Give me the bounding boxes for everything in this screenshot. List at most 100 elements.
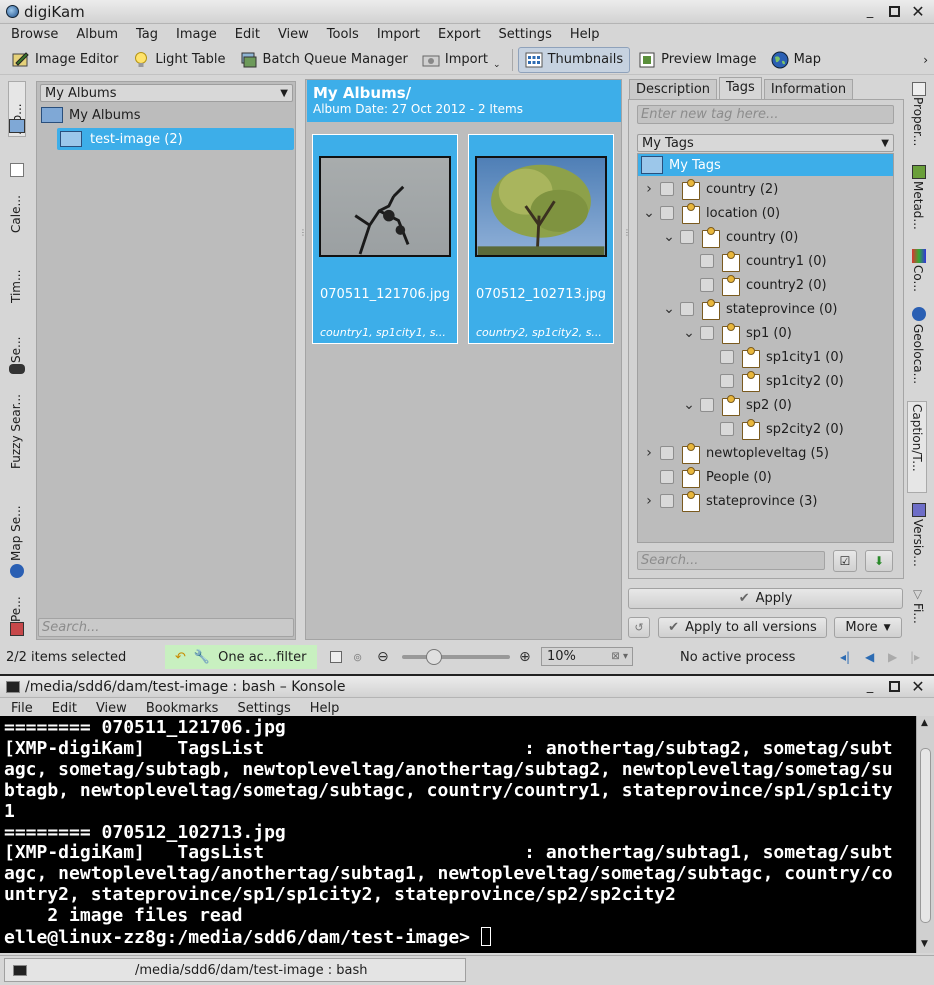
terminal-output[interactable]: ======== 070511_121706.jpg [XMP-digiKam] … <box>0 716 916 953</box>
minimize-icon[interactable]: _ <box>862 4 878 20</box>
menu-tools[interactable]: Tools <box>327 27 359 42</box>
tag-checkbox[interactable] <box>700 398 714 412</box>
zoom-slider-handle[interactable] <box>426 649 442 665</box>
nav-next-icon[interactable]: ▶ <box>888 650 897 664</box>
menu-bookmarks[interactable]: Bookmarks <box>146 701 219 716</box>
tag-checkbox[interactable] <box>660 182 674 196</box>
preview-image-button[interactable]: Preview Image <box>632 47 762 73</box>
fit-to-window-icon[interactable] <box>330 651 342 663</box>
tag-tree-row[interactable]: ⌄ sp2 (0) <box>682 394 792 416</box>
zoom-combo[interactable]: 10% ⊠ ▾ <box>541 647 633 666</box>
album-root[interactable]: My Albums <box>41 104 140 126</box>
chevron-down-icon[interactable]: ⌄ <box>682 397 696 413</box>
tag-tree-row[interactable]: sp2city2 (0) <box>702 418 844 440</box>
menu-export[interactable]: Export <box>438 27 481 42</box>
close-icon[interactable]: ✕ <box>910 678 926 695</box>
chevron-down-icon[interactable]: ⌄ <box>682 325 696 341</box>
tag-checkbox[interactable] <box>680 302 694 316</box>
tag-tree-row[interactable]: › newtopleveltag (5) <box>642 442 829 464</box>
menu-help[interactable]: Help <box>310 701 340 716</box>
image-editor-button[interactable]: Image Editor <box>6 47 124 73</box>
menu-settings[interactable]: Settings <box>237 701 290 716</box>
filter-status[interactable]: ↶ 🔧 One ac...filter <box>165 645 317 669</box>
tab-versions[interactable]: Versio... <box>911 519 925 577</box>
light-table-button[interactable]: Light Table <box>126 47 231 73</box>
terminal-scrollbar[interactable]: ▲ ▼ <box>916 716 934 953</box>
apply-to-all-versions-button[interactable]: ✔ Apply to all versions <box>658 617 827 638</box>
reset-filter-icon[interactable]: ↶ <box>175 650 186 665</box>
digikam-titlebar[interactable]: digiKam _ ✕ <box>0 0 934 24</box>
albums-search-input[interactable]: Search... <box>38 618 294 637</box>
zoom-out-icon[interactable]: ⊖ <box>377 649 389 665</box>
nav-prev-icon[interactable]: ◀ <box>865 650 874 664</box>
menu-help[interactable]: Help <box>570 27 600 42</box>
chevron-right-icon[interactable]: › <box>642 181 656 197</box>
tab-people[interactable]: Pe... <box>9 587 23 622</box>
toolbar-overflow-icon[interactable]: › <box>923 53 928 67</box>
tab-fuzzy-search[interactable]: Fuzzy Sear... <box>9 389 23 469</box>
tab-colors[interactable]: Co... <box>911 265 925 295</box>
zoom-slider[interactable] <box>402 649 510 665</box>
tag-checkbox[interactable] <box>660 470 674 484</box>
close-icon[interactable]: ✕ <box>910 3 926 20</box>
menu-edit[interactable]: Edit <box>235 27 260 42</box>
tag-checkbox[interactable] <box>700 278 714 292</box>
tags-combo[interactable]: My Tags ▼ <box>637 134 894 152</box>
apply-button[interactable]: ✔ Apply <box>628 588 903 609</box>
tag-tree-row[interactable]: country1 (0) <box>682 250 827 272</box>
tag-checkbox[interactable] <box>660 206 674 220</box>
tab-metadata[interactable]: Metad... <box>911 181 925 241</box>
import-dropdown-icon[interactable]: ⌄ <box>493 60 501 70</box>
chevron-down-icon[interactable]: ⌄ <box>662 229 676 245</box>
more-button[interactable]: More ▼ <box>834 617 902 638</box>
tab-properties[interactable]: Proper... <box>911 97 925 157</box>
konsole-titlebar[interactable]: /media/sdd6/dam/test-image : bash – Kons… <box>0 676 934 698</box>
tag-checkbox[interactable] <box>720 422 734 436</box>
tag-tree-row[interactable]: sp1city1 (0) <box>702 346 844 368</box>
tab-search[interactable]: Se... <box>9 323 23 363</box>
tag-checkbox[interactable] <box>720 374 734 388</box>
tag-checkbox[interactable] <box>660 494 674 508</box>
menu-image[interactable]: Image <box>176 27 217 42</box>
tab-timeline[interactable]: Tim... <box>9 255 23 303</box>
tag-tree-row[interactable]: People (0) <box>642 466 772 488</box>
tag-checkbox[interactable] <box>700 254 714 268</box>
scrollbar-thumb[interactable] <box>920 748 931 923</box>
menu-view[interactable]: View <box>278 27 309 42</box>
menu-tag[interactable]: Tag <box>136 27 158 42</box>
tab-information[interactable]: Information <box>763 79 854 99</box>
tag-checkbox[interactable] <box>660 446 674 460</box>
thumbnail-item[interactable]: 070512_102713.jpg country2, sp1city2, s.… <box>468 134 614 344</box>
import-button[interactable]: Import ⌄ <box>416 47 507 73</box>
menu-settings[interactable]: Settings <box>499 27 552 42</box>
tag-search-input[interactable]: Search... <box>637 551 825 570</box>
chevron-right-icon[interactable]: › <box>642 445 656 461</box>
session-tab[interactable]: /media/sdd6/dam/test-image : bash <box>4 958 466 982</box>
minimize-icon[interactable]: _ <box>862 679 878 695</box>
menu-view[interactable]: View <box>96 701 127 716</box>
thumbnails-button[interactable]: Thumbnails <box>517 46 631 73</box>
album-test-image[interactable]: test-image (2) <box>57 128 294 150</box>
revert-button[interactable]: ↺ <box>628 617 650 638</box>
albums-combo[interactable]: My Albums ▼ <box>40 84 293 102</box>
menu-file[interactable]: File <box>11 701 33 716</box>
tag-checkbox[interactable] <box>680 230 694 244</box>
tab-caption-tags[interactable]: Caption/T... <box>907 401 927 493</box>
menu-album[interactable]: Album <box>76 27 118 42</box>
menu-import[interactable]: Import <box>377 27 420 42</box>
nav-first-icon[interactable]: ◂| <box>840 650 850 664</box>
tag-root-row[interactable]: My Tags <box>638 154 893 176</box>
chevron-down-icon[interactable]: ⌄ <box>642 205 656 221</box>
menu-browse[interactable]: Browse <box>11 27 58 42</box>
map-button[interactable]: Map <box>765 47 827 73</box>
tag-tree-row[interactable]: ⌄ location (0) <box>642 202 780 224</box>
menu-edit[interactable]: Edit <box>52 701 77 716</box>
chevron-down-icon[interactable]: ⌄ <box>662 301 676 317</box>
thumbnail-item[interactable]: 070511_121706.jpg country1, sp1city1, s.… <box>312 134 458 344</box>
tab-tags[interactable]: Tags <box>719 77 762 99</box>
tag-tree-row[interactable]: › stateprovince (3) <box>642 490 817 512</box>
zoom-reset-icon[interactable]: ⊚ <box>353 651 362 664</box>
tab-filters[interactable]: Fi... <box>911 603 925 631</box>
tag-checkbox[interactable] <box>700 326 714 340</box>
scroll-up-icon[interactable]: ▲ <box>921 718 928 728</box>
